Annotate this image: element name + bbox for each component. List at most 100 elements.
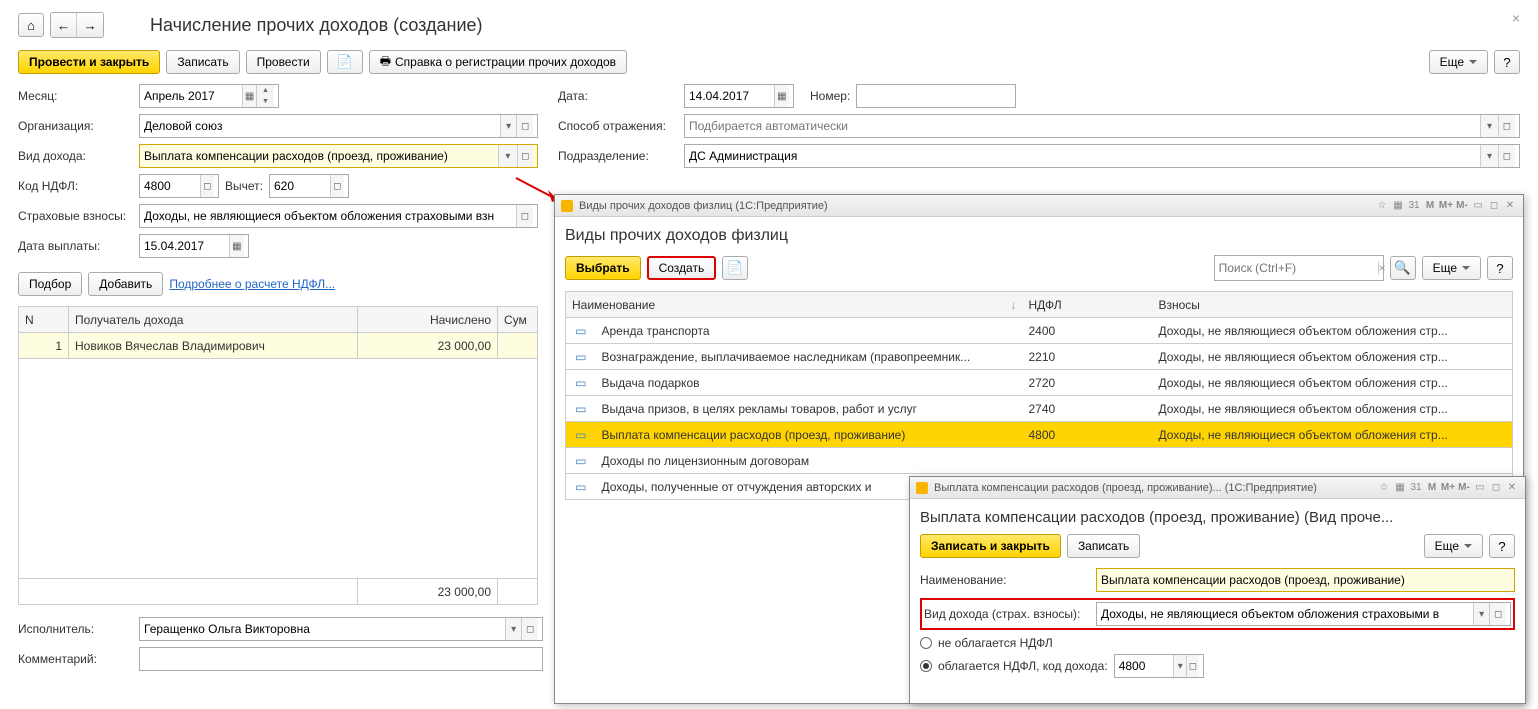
ndfl-detail-link[interactable]: Подробнее о расчете НДФЛ... <box>169 277 335 291</box>
comment-input[interactable] <box>139 647 543 671</box>
month-up[interactable]: ▲ <box>256 85 274 96</box>
search-input[interactable]: × <box>1214 255 1384 281</box>
cal-icon[interactable]: 31 <box>1407 199 1421 213</box>
copy-button[interactable]: 📄 <box>722 256 748 280</box>
radio-taxed[interactable]: облагается НДФЛ, код дохода: ▾ ◻ <box>920 654 1515 678</box>
max-icon[interactable]: ◻ <box>1489 481 1503 495</box>
more-button[interactable]: Еще <box>1422 256 1481 280</box>
attach-button[interactable]: 📄 <box>327 50 363 74</box>
select-button[interactable]: Подбор <box>18 272 82 296</box>
list-item[interactable]: ▭Выдача призов, в целях рекламы товаров,… <box>566 396 1513 422</box>
paydate-input[interactable]: ▦ <box>139 234 249 258</box>
max-icon[interactable]: ◻ <box>1487 199 1501 213</box>
open-icon[interactable]: ◻ <box>516 205 533 227</box>
drop-icon[interactable]: ▾ <box>500 115 517 137</box>
write-button[interactable]: Записать <box>1067 534 1140 558</box>
deduct-input[interactable]: ◻ <box>269 174 349 198</box>
number-input[interactable] <box>856 84 1016 108</box>
drop-icon[interactable]: ▾ <box>1473 603 1490 625</box>
post-button[interactable]: Провести <box>246 50 321 74</box>
income-type-input[interactable]: ▾ ◻ <box>1096 602 1511 626</box>
income-drop-icon[interactable]: ▾ <box>498 145 516 167</box>
search-button[interactable]: 🔍 <box>1390 256 1416 280</box>
forward-button[interactable]: → <box>77 13 103 37</box>
month-input[interactable]: ▦ ▲ ▼ <box>139 84 279 108</box>
list-item[interactable]: ▭Вознаграждение, выплачиваемое наследник… <box>566 344 1513 370</box>
income-types-table[interactable]: Наименование↓ НДФЛ Взносы ▭Аренда трансп… <box>565 291 1513 500</box>
write-button[interactable]: Записать <box>166 50 239 74</box>
dept-input[interactable]: ▾ ◻ <box>684 144 1520 168</box>
open-icon[interactable]: ◻ <box>1489 603 1506 625</box>
col-contrib[interactable]: Взносы <box>1153 292 1513 318</box>
min-icon[interactable]: ▭ <box>1471 199 1485 213</box>
main-toolbar: Провести и закрыть Записать Провести 📄 🖶… <box>18 50 1520 74</box>
table-row[interactable]: 1Новиков Вячеслав Владимирович23 000,00 <box>19 333 538 359</box>
paydate-label: Дата выплаты: <box>18 239 133 253</box>
month-down[interactable]: ▼ <box>256 96 274 107</box>
close-icon[interactable]: ✕ <box>1505 481 1519 495</box>
add-button[interactable]: Добавить <box>88 272 163 296</box>
tax-code-input[interactable]: ▾ ◻ <box>1114 654 1204 678</box>
calendar-icon[interactable]: ▦ <box>229 235 244 257</box>
col-recipient: Получатель дохода <box>69 307 358 333</box>
help-button[interactable]: ? <box>1494 50 1520 74</box>
performer-input[interactable]: ▾ ◻ <box>139 617 543 641</box>
calendar-icon[interactable]: ▦ <box>242 85 256 107</box>
dialog2-titlebar[interactable]: Выплата компенсации расходов (проезд, пр… <box>910 477 1525 499</box>
open-icon[interactable]: ◻ <box>330 175 344 197</box>
dialog2-title-text: Выплата компенсации расходов (проезд, пр… <box>934 482 1317 494</box>
choose-button[interactable]: Выбрать <box>565 256 641 280</box>
col-name[interactable]: Наименование↓ <box>566 292 1023 318</box>
open-icon[interactable]: ◻ <box>1498 145 1515 167</box>
open-icon[interactable]: ◻ <box>1498 115 1515 137</box>
write-close-button[interactable]: Записать и закрыть <box>920 534 1061 558</box>
list-item[interactable]: ▭Выплата компенсации расходов (проезд, п… <box>566 422 1513 448</box>
open-icon[interactable]: ◻ <box>516 115 533 137</box>
col-ndfl[interactable]: НДФЛ <box>1023 292 1153 318</box>
name-input[interactable] <box>1096 568 1515 592</box>
fav-icon[interactable]: ☆ <box>1375 199 1389 213</box>
titlebar-icons: ☆ ▦ 31 M M+ M- ▭ ◻ ✕ <box>1375 199 1517 213</box>
date-input[interactable]: ▦ <box>684 84 794 108</box>
drop-icon[interactable]: ▾ <box>1480 145 1497 167</box>
reflect-input[interactable]: ▾ ◻ <box>684 114 1520 138</box>
app-icon <box>561 200 573 212</box>
create-button[interactable]: Создать <box>647 256 717 280</box>
open-icon[interactable]: ◻ <box>200 175 214 197</box>
income-input[interactable]: ▾ ◻ <box>139 144 538 168</box>
print-ref-button[interactable]: 🖶Справка о регистрации прочих доходов <box>369 50 627 74</box>
close-icon[interactable]: ✕ <box>1503 199 1517 213</box>
grid-icon[interactable]: ▦ <box>1391 199 1405 213</box>
radio-no-tax[interactable]: не облагается НДФЛ <box>920 636 1515 650</box>
drop-icon[interactable]: ▾ <box>1480 115 1497 137</box>
ndfl-input[interactable]: ◻ <box>139 174 219 198</box>
clear-search-icon[interactable]: × <box>1378 261 1386 275</box>
home-button[interactable]: ⌂ <box>18 13 44 37</box>
list-item[interactable]: ▭Доходы по лицензионным договорам <box>566 448 1513 474</box>
open-icon[interactable]: ◻ <box>1186 655 1199 677</box>
close-icon[interactable]: × <box>1512 10 1520 26</box>
min-icon[interactable]: ▭ <box>1473 481 1487 495</box>
help-button[interactable]: ? <box>1487 256 1513 280</box>
open-icon[interactable]: ◻ <box>521 618 538 640</box>
dialog1-heading: Виды прочих доходов физлиц <box>565 227 1513 245</box>
reflect-label: Способ отражения: <box>558 119 678 133</box>
contrib-label: Страховые взносы: <box>18 209 133 223</box>
calendar-icon[interactable]: ▦ <box>774 85 789 107</box>
org-input[interactable]: ▾ ◻ <box>139 114 538 138</box>
income-label: Вид дохода: <box>18 149 133 163</box>
help-button[interactable]: ? <box>1489 534 1515 558</box>
income-item-dialog: Выплата компенсации расходов (проезд, пр… <box>909 476 1526 704</box>
fav-icon[interactable]: ☆ <box>1377 481 1391 495</box>
list-item[interactable]: ▭Выдача подарков2720Доходы, не являющиес… <box>566 370 1513 396</box>
dialog1-titlebar[interactable]: Виды прочих доходов физлиц (1С:Предприят… <box>555 195 1523 217</box>
drop-icon[interactable]: ▾ <box>1173 655 1186 677</box>
drop-icon[interactable]: ▾ <box>505 618 522 640</box>
post-close-button[interactable]: Провести и закрыть <box>18 50 160 74</box>
contrib-input[interactable]: ◻ <box>139 204 538 228</box>
more-button[interactable]: Еще <box>1429 50 1488 74</box>
open-icon[interactable]: ◻ <box>517 145 533 167</box>
list-item[interactable]: ▭Аренда транспорта2400Доходы, не являющи… <box>566 318 1513 344</box>
more-button[interactable]: Еще <box>1424 534 1483 558</box>
back-button[interactable]: ← <box>51 13 77 37</box>
